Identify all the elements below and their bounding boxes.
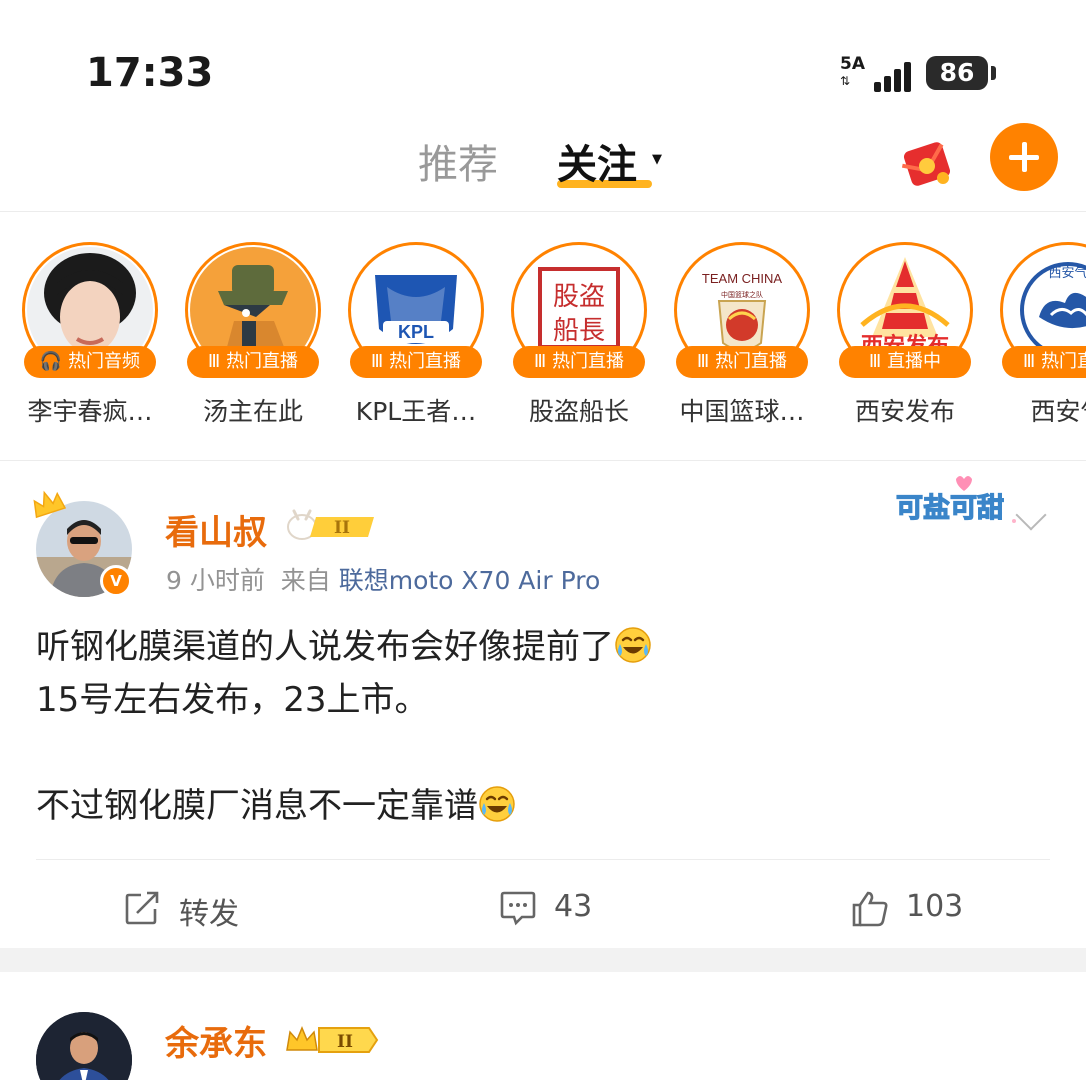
- live-item[interactable]: 西安发布 Ⅲ 直播中 西安发布: [830, 242, 990, 442]
- battery-tip: [991, 66, 996, 80]
- level-text: II: [337, 1032, 353, 1052]
- chevron-down-icon[interactable]: [1015, 499, 1047, 531]
- plus-icon[interactable]: [990, 123, 1058, 191]
- status-bar: 17:33 5A ⇅ 86: [0, 0, 1086, 110]
- live-badge: Ⅲ 热门直播: [1002, 346, 1086, 378]
- live-name: 西安发布: [854, 397, 955, 426]
- sticker-decoration: 可盐可甜: [890, 469, 1020, 543]
- data-arrows-icon: ⇅: [840, 74, 851, 88]
- tab-recommend[interactable]: 推荐: [418, 132, 498, 190]
- author-name[interactable]: 余承东: [165, 1016, 267, 1065]
- feed-post[interactable]: 余承东 II: [0, 972, 1086, 1080]
- laugh-cry-emoji-icon: [615, 627, 651, 663]
- device-source[interactable]: 联想moto X70 Air Pro: [339, 566, 601, 595]
- level-text: II: [334, 518, 350, 538]
- live-item[interactable]: Ⅲ 热门直播 汤主在此: [178, 242, 338, 442]
- kpl-logo-text: KPL: [398, 322, 434, 342]
- team-china-text: TEAM CHINA: [702, 271, 783, 286]
- team-china-subtext: 中国篮球之队: [721, 290, 763, 299]
- live-item[interactable]: 西安气 Ⅲ 热门直播 西安气: [993, 242, 1086, 442]
- post-line: [36, 727, 1046, 780]
- laugh-cry-emoji-icon: [479, 786, 515, 822]
- network-type-label: 5A: [840, 54, 865, 74]
- verified-badge-icon: V: [100, 565, 132, 597]
- live-name: KPL王者…: [355, 397, 477, 426]
- seal-text: 股盗: [553, 282, 605, 312]
- live-item[interactable]: 🎧 热门音频 李宇春疯…: [15, 242, 175, 442]
- feed-post[interactable]: V 看山叔 II 9 小时前 来自 联想moto X70 Air Pro 可盐可…: [0, 461, 1086, 948]
- badge-label: 热门直播: [715, 351, 788, 372]
- author-name[interactable]: 看山叔: [165, 505, 267, 554]
- live-name: 股盗船长: [528, 397, 629, 426]
- member-level-badge[interactable]: II: [283, 1022, 379, 1062]
- top-nav: 推荐 关注 ▼: [0, 110, 1086, 212]
- chevron-down-icon[interactable]: ▼: [652, 152, 662, 167]
- live-badge: Ⅲ 热门直播: [187, 346, 319, 378]
- divider: [36, 859, 1050, 860]
- seal-text: 船長: [553, 316, 605, 346]
- badge-label: 直播中: [887, 351, 942, 372]
- live-badge: Ⅲ 热门直播: [676, 346, 808, 378]
- repost-label: 转发: [179, 897, 239, 932]
- signal-bar: [874, 82, 881, 92]
- badge-label: 热门直播: [552, 351, 625, 372]
- battery-level: 86: [939, 58, 975, 87]
- crown-icon: [30, 489, 67, 523]
- post-line: 不过钢化膜厂消息不一定靠谱: [36, 780, 1046, 833]
- sticker-text: 可盐可甜: [896, 493, 1004, 524]
- live-item[interactable]: KPL Ⅲ 热门直播 KPL王者…: [341, 242, 501, 442]
- avatar[interactable]: [36, 1012, 132, 1080]
- post-line: 15号左右发布，23上市。: [36, 680, 429, 720]
- live-badge: Ⅲ 直播中: [839, 346, 971, 378]
- live-item[interactable]: 股盗 船長 Ⅲ 热门直播 股盗船长: [504, 242, 664, 442]
- battery-icon: 86: [926, 56, 988, 90]
- live-name: 西安气: [1030, 397, 1086, 426]
- post-line-text: 听钢化膜渠道的人说发布会好像提前了: [36, 627, 614, 667]
- post-line: 听钢化膜渠道的人说发布会好像提前了: [36, 621, 1046, 674]
- signal-bar: [884, 76, 891, 92]
- live-badge: Ⅲ 热门直播: [513, 346, 645, 378]
- post-meta: 9 小时前 来自 联想moto X70 Air Pro: [166, 561, 600, 597]
- badge-label: 热门直播: [1041, 351, 1086, 372]
- comment-icon: [500, 891, 536, 926]
- badge-label: 热门直播: [389, 351, 462, 372]
- thumbs-up-icon: [852, 891, 888, 927]
- live-item[interactable]: TEAM CHINA 中国篮球之队 Ⅲ 热门直播 中国篮球…: [667, 242, 827, 442]
- signal-bar: [904, 62, 911, 92]
- source-prefix: 来自: [280, 566, 331, 595]
- badge-label: 热门直播: [226, 351, 299, 372]
- live-name: 汤主在此: [202, 397, 303, 426]
- live-strip: 🎧 热门音频 李宇春疯… Ⅲ 热门直播 汤主在此 KPL Ⅲ 热门直播 KPL王…: [0, 212, 1086, 460]
- red-packet-icon[interactable]: [897, 136, 955, 188]
- post-separator: [0, 948, 1086, 972]
- post-line-text: 不过钢化膜厂消息不一定靠谱: [36, 786, 478, 826]
- live-name: 李宇春疯…: [27, 397, 153, 426]
- live-badge: 🎧 热门音频: [24, 346, 156, 378]
- tab-follow[interactable]: 关注: [557, 132, 637, 190]
- xian-weather-logo-text: 西安气: [1048, 265, 1086, 281]
- cellular-signal-icon: 5A ⇅: [840, 54, 914, 94]
- member-level-badge[interactable]: II: [284, 505, 378, 549]
- live-name: 中国篮球…: [679, 397, 805, 426]
- badge-label: 热门音频: [68, 351, 141, 372]
- post-time: 9 小时前: [166, 566, 265, 595]
- repost-icon: [125, 891, 159, 925]
- post-body: 听钢化膜渠道的人说发布会好像提前了 15号左右发布，23上市。 不过钢化膜厂消息…: [36, 621, 1046, 833]
- comment-count: 43: [554, 889, 593, 924]
- status-time: 17:33: [86, 50, 214, 96]
- signal-bar: [894, 69, 901, 92]
- live-badge: Ⅲ 热门直播: [350, 346, 482, 378]
- like-count: 103: [906, 889, 964, 924]
